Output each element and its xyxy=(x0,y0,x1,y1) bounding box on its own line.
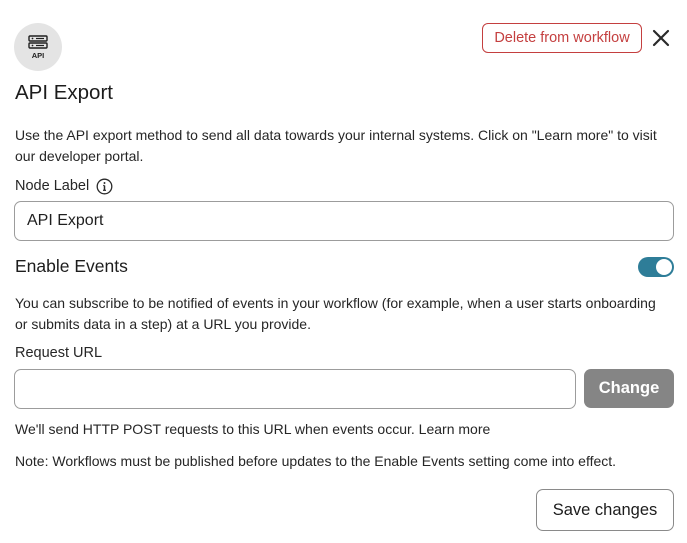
post-note: We'll send HTTP POST requests to this UR… xyxy=(15,421,490,437)
request-url-input[interactable] xyxy=(14,369,576,409)
api-server-icon: API xyxy=(14,23,62,71)
node-label-label: Node Label xyxy=(15,178,90,194)
toggle-knob xyxy=(656,259,672,275)
api-export-panel: API Delete from workflow API Export Use … xyxy=(0,0,687,543)
api-icon-text: API xyxy=(32,51,45,60)
node-label-row: Node Label xyxy=(15,177,113,195)
enable-events-toggle[interactable] xyxy=(638,257,674,277)
node-label-input[interactable] xyxy=(14,201,674,241)
events-description: You can subscribe to be notified of even… xyxy=(15,295,656,332)
publish-note: Note: Workflows must be published before… xyxy=(15,453,617,469)
description-text: Use the API export method to send all da… xyxy=(15,127,657,164)
enable-events-title: Enable Events xyxy=(15,256,128,276)
info-icon[interactable] xyxy=(95,177,113,195)
change-button[interactable]: Change xyxy=(584,369,674,408)
post-note-text: We'll send HTTP POST requests to this UR… xyxy=(15,421,415,437)
delete-from-workflow-button[interactable]: Delete from workflow xyxy=(482,23,642,53)
request-url-label: Request URL xyxy=(15,345,103,361)
page-title: API Export xyxy=(15,81,113,104)
learn-more-link[interactable]: Learn more xyxy=(419,421,491,437)
save-changes-button[interactable]: Save changes xyxy=(536,489,674,531)
close-icon[interactable] xyxy=(650,27,672,49)
